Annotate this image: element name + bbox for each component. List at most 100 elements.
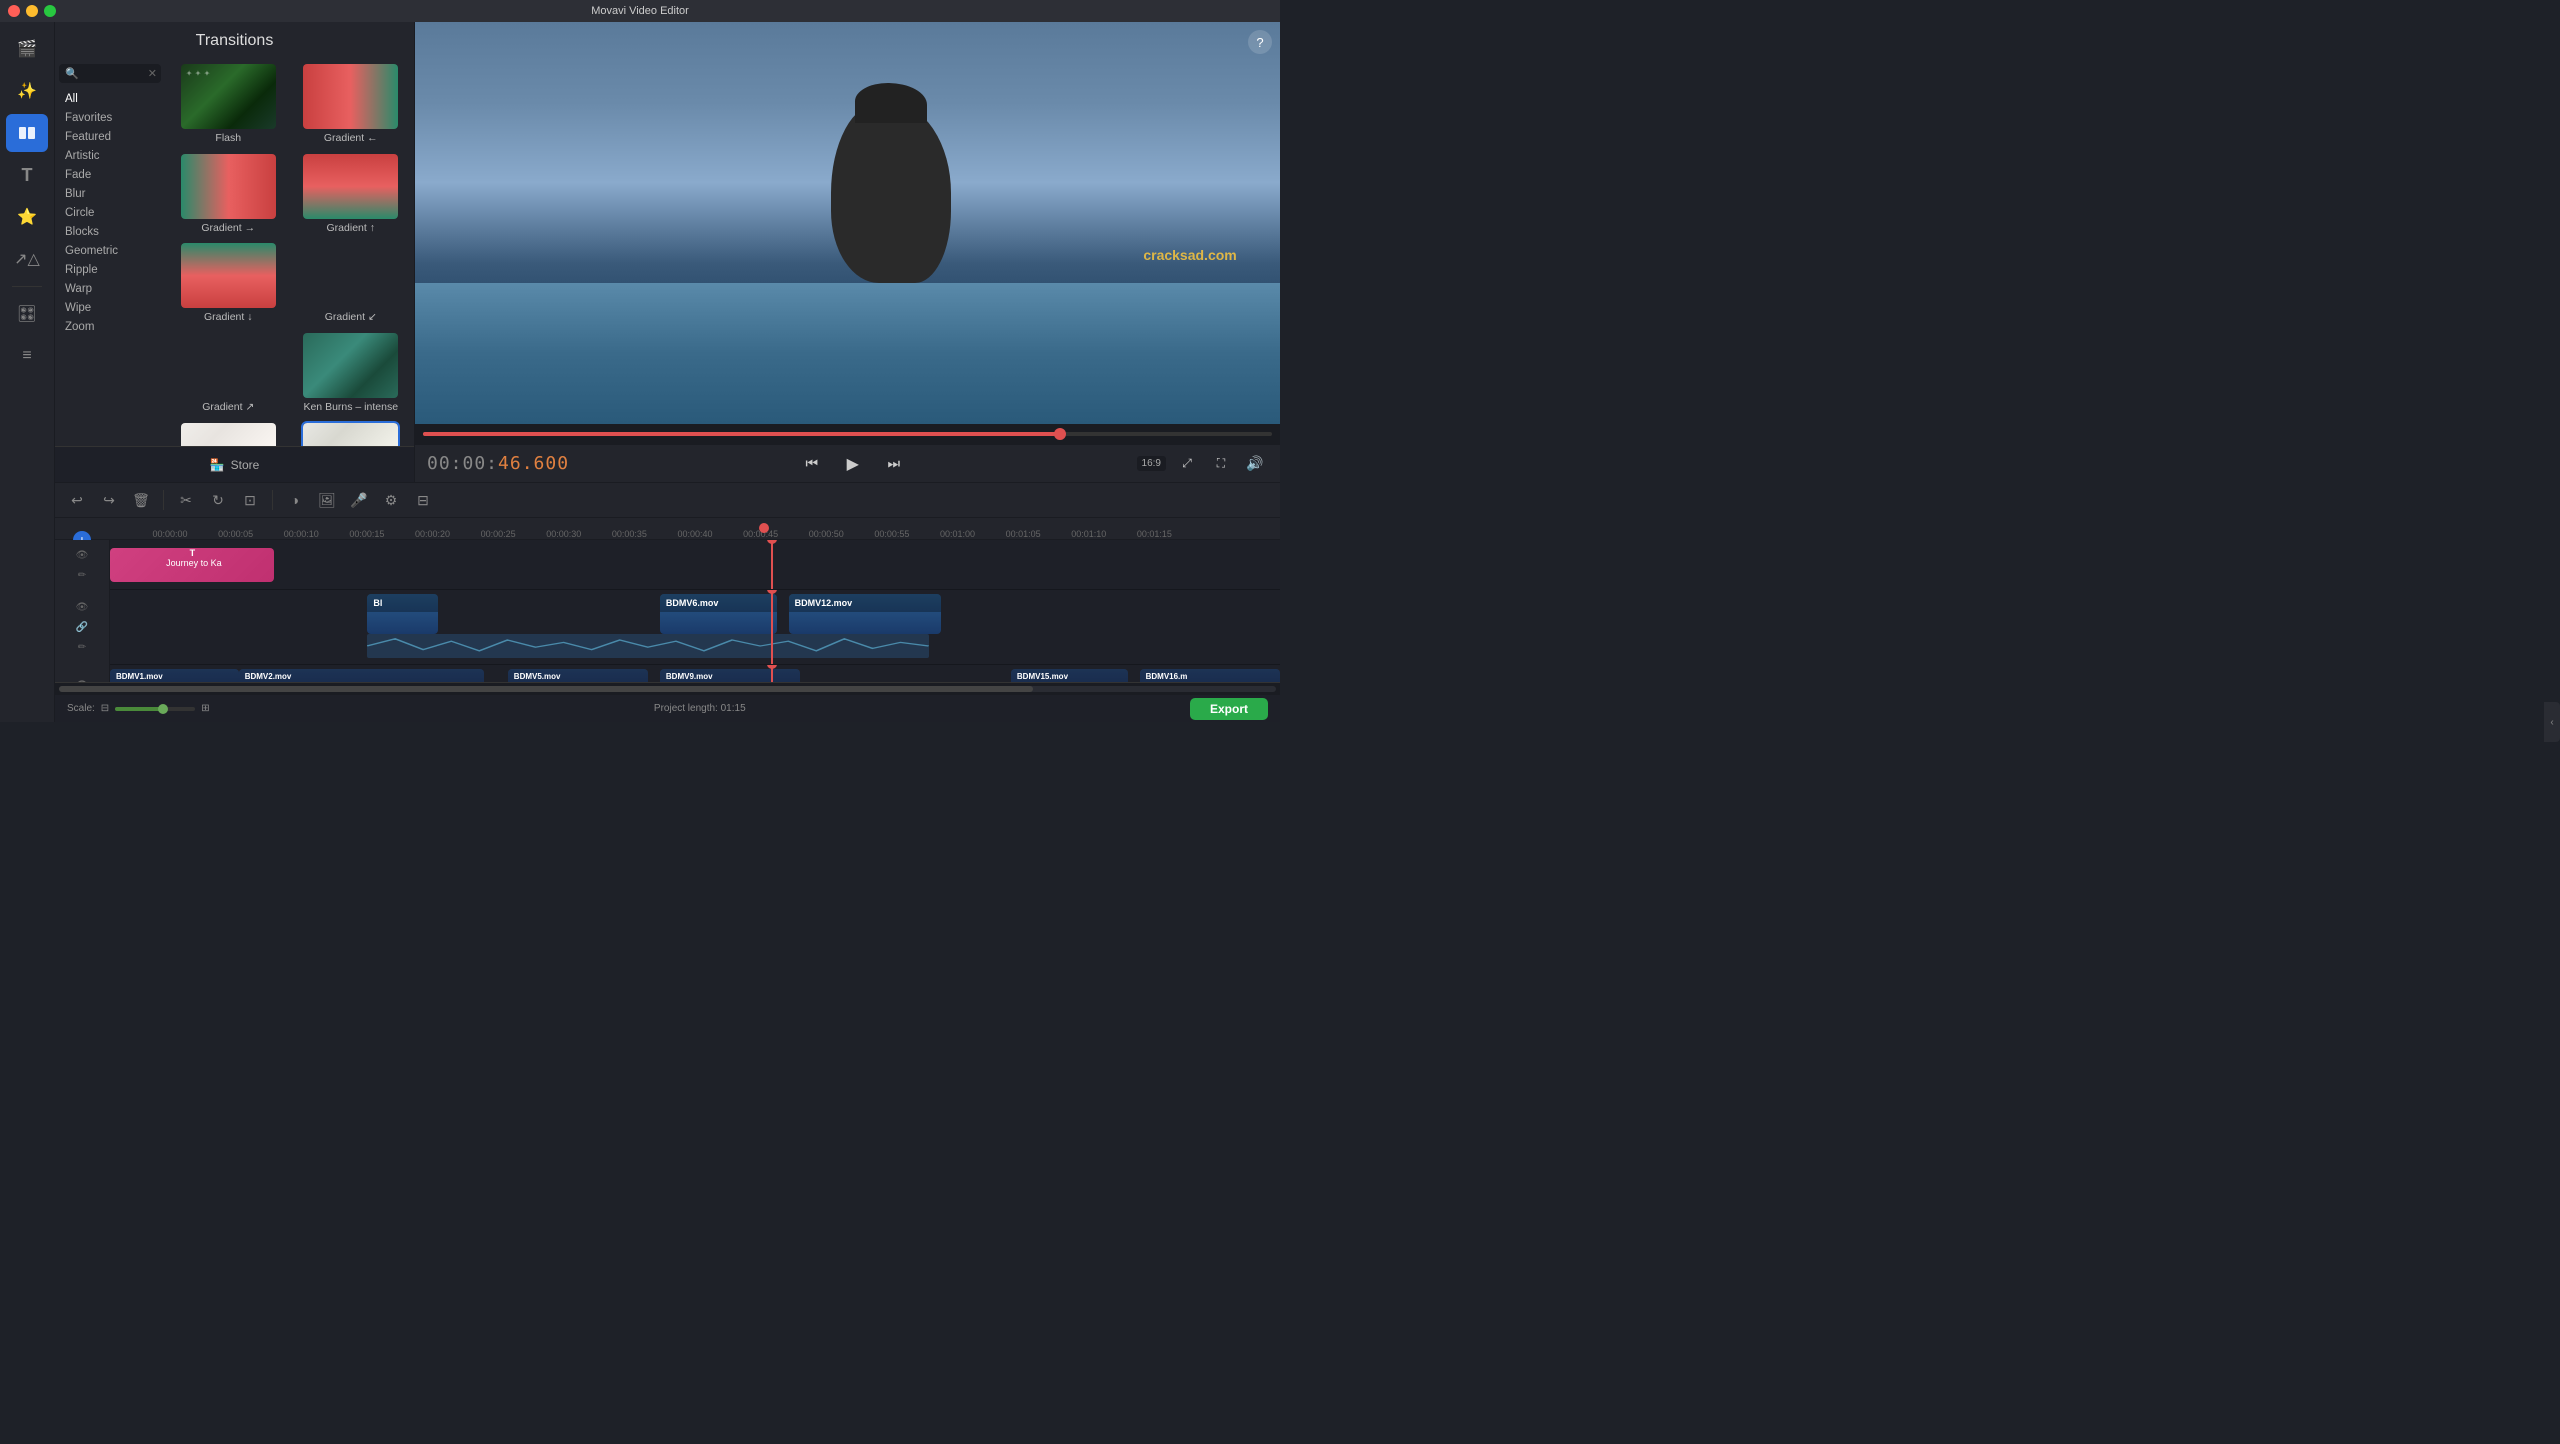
- scale-increase-icon[interactable]: ⊞: [201, 703, 209, 714]
- scale-slider[interactable]: [115, 707, 195, 711]
- broll-clip-bdmv6[interactable]: BDMV6.mov: [660, 594, 777, 634]
- scale-label: Scale:: [67, 703, 95, 714]
- audio-eq-button[interactable]: ⊟: [409, 486, 437, 514]
- cut-button[interactable]: ✂: [172, 486, 200, 514]
- category-wipe[interactable]: Wipe: [59, 299, 161, 317]
- title-track-content: T Journey to Ka: [110, 540, 1280, 589]
- settings-button[interactable]: ⚙: [377, 486, 405, 514]
- category-favorites[interactable]: Favorites: [59, 109, 161, 127]
- transition-gradient-dl[interactable]: Gradient ↙: [294, 243, 409, 325]
- delete-button[interactable]: 🗑: [127, 486, 155, 514]
- color-button[interactable]: ◑: [281, 486, 309, 514]
- broll-clip-bdmv12[interactable]: BDMV12.mov: [789, 594, 941, 634]
- category-circle[interactable]: Circle: [59, 204, 161, 222]
- ruler-mark-0: 00:00:00: [152, 529, 187, 539]
- tool-stickers[interactable]: ⭐: [6, 198, 48, 236]
- main-clip-bdmv2[interactable]: BDMV2.mov: [239, 669, 485, 682]
- redo-button[interactable]: ↪: [95, 486, 123, 514]
- title-track-lock[interactable]: ✏: [74, 567, 90, 583]
- store-button[interactable]: 🏪 Store: [210, 458, 260, 472]
- tool-transitions[interactable]: [6, 114, 48, 152]
- title-track-controls: 👁 ✏: [55, 540, 110, 590]
- scale-decrease-icon[interactable]: ⊟: [101, 703, 109, 714]
- main-clip-bdmv1[interactable]: BDMV1.mov: [110, 669, 239, 682]
- transition-gradient-left[interactable]: Gradient ←: [294, 64, 409, 146]
- progress-thumb[interactable]: [1054, 428, 1066, 440]
- timecode-dynamic: 46.600: [498, 453, 569, 474]
- scroll-track[interactable]: [59, 686, 1276, 692]
- broll-track-eye[interactable]: 👁: [74, 600, 90, 616]
- category-blur[interactable]: Blur: [59, 185, 161, 203]
- search-input[interactable]: [83, 68, 148, 80]
- transitions-title: Transitions: [55, 22, 414, 58]
- crop-button[interactable]: ⊡: [236, 486, 264, 514]
- playback-right-controls: 16:9 ⤢ ⛶ 🔊: [1137, 451, 1268, 477]
- ruler-mark-6: 00:00:30: [546, 529, 581, 539]
- transition-gradient-right[interactable]: Gradient →: [171, 154, 286, 236]
- tool-media[interactable]: 🎬: [6, 30, 48, 68]
- category-featured[interactable]: Featured: [59, 128, 161, 146]
- toolbar-separator-2: [272, 490, 273, 510]
- main-clip-bdmv9[interactable]: BDMV9.mov: [660, 669, 800, 682]
- category-all[interactable]: All: [59, 90, 161, 108]
- next-frame-button[interactable]: ⏭: [881, 451, 907, 477]
- tool-filter[interactable]: 🎛: [6, 295, 48, 333]
- preview-video: cracksad.com ?: [415, 22, 1280, 424]
- category-fade[interactable]: Fade: [59, 166, 161, 184]
- transition-ken-intense[interactable]: Ken Burns – intense: [294, 333, 409, 415]
- timecode: 00:00:46.600: [427, 453, 569, 474]
- broll-clip-bl[interactable]: Bl: [367, 594, 437, 634]
- title-track-eye[interactable]: 👁: [74, 547, 90, 563]
- play-button[interactable]: ▶: [837, 448, 869, 480]
- category-ripple[interactable]: Ripple: [59, 261, 161, 279]
- transition-gradient-dr[interactable]: Gradient ↗: [171, 333, 286, 415]
- progress-track[interactable]: [423, 432, 1272, 436]
- tool-menu[interactable]: ≡: [6, 337, 48, 375]
- transition-ken-smooth[interactable]: Ken Burns –smooth: [294, 423, 409, 446]
- tool-titles[interactable]: T: [6, 156, 48, 194]
- timeline-scrollbar[interactable]: [55, 682, 1280, 694]
- scroll-thumb[interactable]: [59, 686, 1033, 692]
- prev-frame-button[interactable]: ⏮: [799, 451, 825, 477]
- image-button[interactable]: 🖼: [313, 486, 341, 514]
- main-track-eye[interactable]: 👁: [74, 677, 90, 682]
- store-label: Store: [231, 458, 260, 472]
- main-clip-bdmv16[interactable]: BDMV16.m: [1140, 669, 1280, 682]
- search-bar[interactable]: 🔍 ✕: [59, 64, 161, 83]
- category-artistic[interactable]: Artistic: [59, 147, 161, 165]
- transition-gradient-down[interactable]: Gradient ↓: [171, 243, 286, 325]
- playback-controls: ⏮ ▶ ⏭: [799, 448, 907, 480]
- category-warp[interactable]: Warp: [59, 280, 161, 298]
- help-button[interactable]: ?: [1248, 30, 1272, 54]
- undo-button[interactable]: ↩: [63, 486, 91, 514]
- ruler-mark-10: 00:00:50: [809, 529, 844, 539]
- search-clear-button[interactable]: ✕: [148, 67, 157, 80]
- project-length: Project length: 01:15: [654, 703, 746, 714]
- tool-effects[interactable]: ✨: [6, 72, 48, 110]
- volume-button[interactable]: 🔊: [1242, 451, 1268, 477]
- timecode-static: 00:00:: [427, 453, 498, 474]
- transition-gradient-up[interactable]: Gradient ↑: [294, 154, 409, 236]
- fullscreen-button[interactable]: ⛶: [1208, 451, 1234, 477]
- transition-ken-sharp[interactable]: Ken Burns – sharp: [171, 423, 286, 446]
- main-clip-bdmv15[interactable]: BDMV15.mov: [1011, 669, 1128, 682]
- timecode-display: 00:00:46.600: [427, 453, 569, 474]
- category-zoom[interactable]: Zoom: [59, 318, 161, 336]
- close-button[interactable]: [8, 5, 20, 17]
- broll-track-edit[interactable]: ✏: [74, 640, 90, 656]
- scale-thumb[interactable]: [158, 704, 168, 714]
- rotate-button[interactable]: ↻: [204, 486, 232, 514]
- transition-flash[interactable]: Flash: [171, 64, 286, 146]
- main-clip-bdmv5[interactable]: BDMV5.mov: [508, 669, 648, 682]
- category-geometric[interactable]: Geometric: [59, 242, 161, 260]
- minimize-button[interactable]: [26, 5, 38, 17]
- maximize-button[interactable]: [44, 5, 56, 17]
- broll-track-link[interactable]: 🔗: [74, 620, 90, 636]
- export-button[interactable]: Export: [1190, 698, 1268, 720]
- ruler-mark-15: 00:01:15: [1137, 529, 1172, 539]
- category-blocks[interactable]: Blocks: [59, 223, 161, 241]
- title-clip-journey[interactable]: T Journey to Ka: [110, 548, 274, 582]
- tool-motion[interactable]: ↗△: [6, 240, 48, 278]
- expand-button[interactable]: ⤢: [1174, 451, 1200, 477]
- audio-button[interactable]: 🎤: [345, 486, 373, 514]
